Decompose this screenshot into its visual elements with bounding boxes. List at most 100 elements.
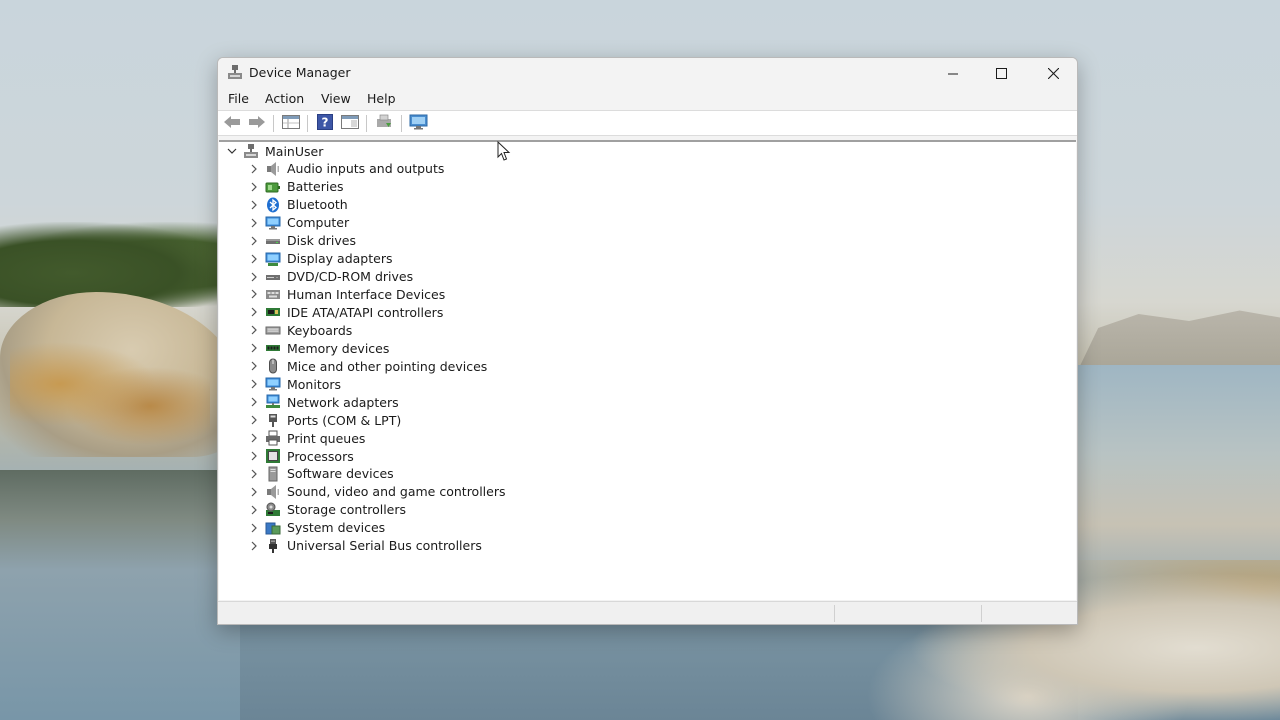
help-icon: ? — [317, 113, 333, 134]
chevron-right-icon[interactable] — [246, 519, 262, 537]
chevron-right-icon[interactable] — [246, 483, 262, 501]
minimize-icon — [948, 64, 958, 83]
tree-item[interactable]: Universal Serial Bus controllers — [246, 537, 482, 555]
software-device-icon — [264, 465, 282, 483]
chevron-right-icon[interactable] — [246, 537, 262, 555]
network-adapter-icon — [264, 393, 282, 411]
monitor-icon — [264, 375, 282, 393]
dvd-drive-icon — [264, 268, 282, 286]
chevron-right-icon[interactable] — [246, 160, 262, 178]
menu-view[interactable]: View — [321, 91, 351, 106]
chevron-right-icon[interactable] — [246, 393, 262, 411]
toolbar: ? — [218, 110, 1077, 136]
tree-item[interactable]: Memory devices — [246, 339, 389, 357]
bluetooth-icon — [264, 196, 282, 214]
tree-item[interactable]: Network adapters — [246, 393, 399, 411]
tree-item[interactable]: Mice and other pointing devices — [246, 357, 487, 375]
mouse-icon — [264, 357, 282, 375]
tree-item[interactable]: Print queues — [246, 429, 365, 447]
chevron-right-icon[interactable] — [246, 411, 262, 429]
tree-item-label: Computer — [287, 215, 350, 231]
tree-item-label: DVD/CD-ROM drives — [287, 269, 414, 284]
forward-button[interactable] — [247, 115, 267, 132]
tree-item[interactable]: IDE ATA/ATAPI controllers — [246, 303, 443, 321]
tree-item[interactable]: Computer — [246, 214, 349, 232]
menu-help[interactable]: Help — [367, 91, 396, 106]
tree-item[interactable]: DVD/CD-ROM drives — [246, 268, 413, 286]
tree-item-label: Network adapters — [287, 394, 399, 410]
chevron-right-icon[interactable] — [246, 321, 262, 339]
chevron-right-icon[interactable] — [246, 250, 262, 268]
computer-root-icon — [242, 142, 260, 160]
tree-item[interactable]: System devices — [246, 519, 385, 537]
toolbar-separator — [307, 115, 308, 132]
action-pane-icon — [341, 114, 359, 133]
computer-icon — [264, 214, 282, 232]
processor-icon — [264, 447, 282, 465]
sound-controller-icon — [264, 483, 282, 501]
tree-item[interactable]: Keyboards — [246, 321, 352, 339]
tree-item[interactable]: Storage controllers — [246, 501, 406, 519]
storage-controller-icon — [264, 501, 282, 519]
wallpaper-dune — [0, 292, 240, 457]
wallpaper-grass — [10, 340, 210, 450]
port-icon — [264, 411, 282, 429]
status-separator — [834, 605, 835, 622]
chevron-right-icon[interactable] — [246, 232, 262, 250]
title-bar[interactable]: Device Manager — [218, 58, 1077, 88]
maximize-button[interactable] — [977, 58, 1025, 88]
status-bar — [218, 601, 1077, 624]
chevron-right-icon[interactable] — [246, 339, 262, 357]
tree-item-label: Audio inputs and outputs — [287, 161, 445, 177]
back-button[interactable] — [222, 115, 242, 132]
tree-item[interactable]: Monitors — [246, 375, 341, 393]
tree-root[interactable]: MainUser — [224, 142, 323, 160]
chevron-right-icon[interactable] — [246, 501, 262, 519]
chevron-right-icon[interactable] — [246, 196, 262, 214]
chevron-right-icon[interactable] — [246, 303, 262, 321]
svg-text:?: ? — [322, 115, 329, 129]
chevron-right-icon[interactable] — [246, 268, 262, 286]
chevron-right-icon[interactable] — [246, 357, 262, 375]
tree-item[interactable]: Disk drives — [246, 232, 356, 250]
device-manager-app-icon — [227, 64, 243, 80]
tree-item[interactable]: Human Interface Devices — [246, 285, 445, 303]
tree-item-label: IDE ATA/ATAPI controllers — [287, 304, 444, 320]
menu-action[interactable]: Action — [265, 91, 304, 106]
chevron-right-icon[interactable] — [246, 447, 262, 465]
device-tree[interactable]: MainUser Audio inputs and outputs Batteri… — [219, 140, 1076, 600]
chevron-right-icon[interactable] — [246, 375, 262, 393]
chevron-down-icon[interactable] — [224, 142, 240, 160]
close-button[interactable] — [1029, 58, 1077, 88]
minimize-button[interactable] — [929, 58, 977, 88]
tree-item[interactable]: Ports (COM & LPT) — [246, 411, 401, 429]
usb-icon — [264, 537, 282, 555]
chevron-right-icon[interactable] — [246, 429, 262, 447]
tree-item[interactable]: Software devices — [246, 465, 394, 483]
tree-item-label: Processors — [287, 448, 354, 464]
menu-file[interactable]: File — [228, 91, 249, 106]
chevron-right-icon[interactable] — [246, 178, 262, 196]
action-pane-button[interactable] — [340, 115, 360, 132]
chevron-right-icon[interactable] — [246, 285, 262, 303]
speaker-icon — [264, 160, 282, 178]
tree-item[interactable]: Display adapters — [246, 250, 392, 268]
tree-item[interactable]: Bluetooth — [246, 196, 348, 214]
tree-item-label: Disk drives — [287, 233, 356, 249]
scan-hardware-button[interactable] — [409, 114, 429, 134]
chevron-right-icon[interactable] — [246, 214, 262, 232]
tree-item-label: Human Interface Devices — [287, 286, 446, 302]
properties-button[interactable] — [281, 115, 301, 132]
disk-drive-icon — [264, 232, 282, 250]
device-manager-window: Device Manager File Action View Help ? M… — [217, 57, 1078, 625]
chevron-right-icon[interactable] — [246, 465, 262, 483]
tree-item[interactable]: Batteries — [246, 178, 344, 196]
toolbar-separator — [401, 115, 402, 132]
scan-hardware-icon — [409, 114, 429, 134]
update-driver-button[interactable] — [374, 114, 394, 132]
tree-item[interactable]: Sound, video and game controllers — [246, 483, 506, 501]
tree-item[interactable]: Processors — [246, 447, 354, 465]
tree-item[interactable]: Audio inputs and outputs — [246, 160, 444, 178]
help-button[interactable]: ? — [315, 113, 335, 134]
wallpaper-mountains — [1078, 310, 1280, 370]
